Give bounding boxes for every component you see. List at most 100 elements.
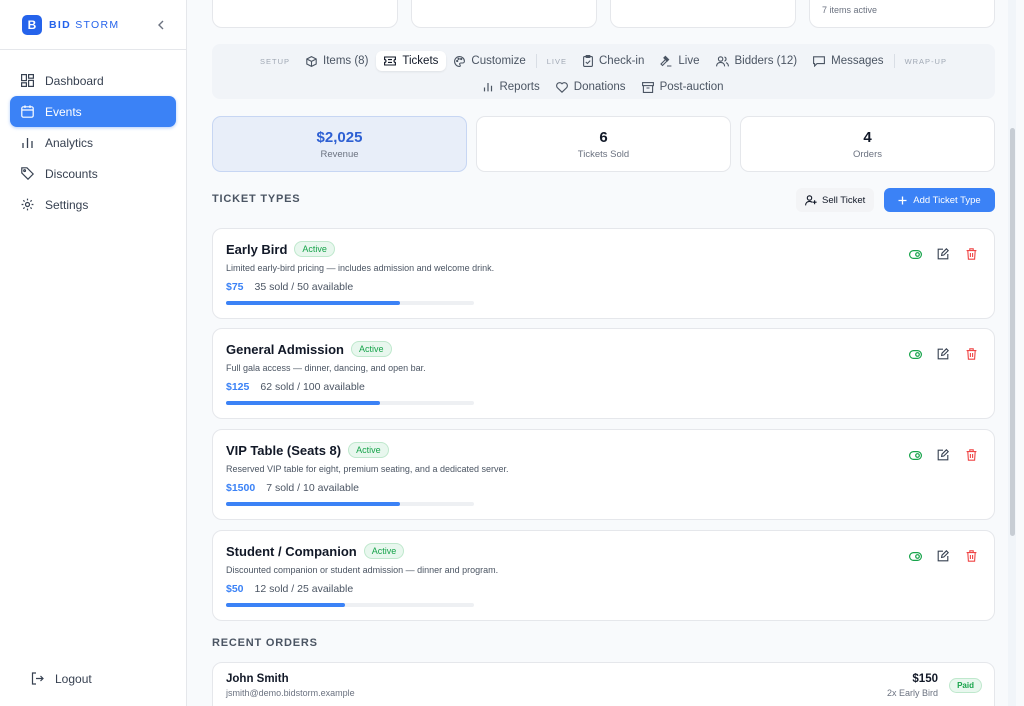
order-amount: $150	[912, 673, 938, 685]
recent-orders-heading: RECENT ORDERS	[212, 637, 318, 649]
add-ticket-type-button[interactable]: Add Ticket Type	[884, 188, 995, 212]
tab-donations[interactable]: Donations	[548, 77, 634, 97]
ticket-actions	[908, 347, 978, 361]
toggle-on-icon	[908, 349, 922, 359]
sidebar-item-label: Settings	[45, 197, 89, 212]
sidebar-nav: Dashboard Events Analytics Discounts Set…	[0, 50, 186, 220]
brand: B BID STORM	[0, 0, 186, 50]
tab-customize[interactable]: Customize	[446, 51, 533, 71]
sell-ticket-button[interactable]: Sell Ticket	[796, 188, 875, 212]
edit-button[interactable]	[936, 247, 950, 261]
tab-label: Reports	[499, 81, 540, 93]
tab-label: Messages	[831, 55, 884, 67]
ticket-name: Early Bird	[226, 241, 288, 257]
bar-chart-icon	[483, 82, 493, 92]
sold-progress-fill	[226, 301, 400, 305]
status-badge: Active	[348, 442, 389, 458]
calendar-icon	[20, 105, 34, 119]
tab-bidders[interactable]: Bidders (12)	[708, 51, 806, 71]
edit-button[interactable]	[936, 347, 950, 361]
ticket-price-row: $50 12 sold / 25 available	[226, 583, 353, 595]
sidebar-item-discounts[interactable]: Discounts	[10, 158, 176, 189]
ticket-icon	[384, 56, 397, 66]
toggle-active-button[interactable]	[908, 549, 922, 563]
sold-progress-bar	[226, 603, 474, 607]
sidebar-item-label: Analytics	[45, 135, 94, 150]
archive-icon	[641, 81, 654, 93]
logout-button[interactable]: Logout	[20, 663, 187, 694]
delete-button[interactable]	[964, 347, 978, 361]
tab-post-auction[interactable]: Post-auction	[634, 77, 732, 97]
event-tabs: SETUP Items (8) Tickets Customize LIVE C…	[212, 44, 995, 99]
dashboard-icon	[20, 74, 34, 88]
brand-name: BID STORM	[49, 19, 119, 31]
summary-card	[212, 0, 398, 28]
stat-revenue: $2,025 Revenue	[212, 116, 467, 172]
tab-label: Tickets	[402, 55, 439, 67]
delete-button[interactable]	[964, 448, 978, 462]
edit-button[interactable]	[936, 448, 950, 462]
tab-items[interactable]: Items (8)	[298, 51, 376, 71]
ticket-name-row: VIP Table (Seats 8) Active	[226, 442, 389, 458]
section-label-setup: SETUP	[260, 56, 291, 66]
ticket-name-row: Student / Companion Active	[226, 543, 405, 559]
tab-live[interactable]: Live	[652, 51, 707, 71]
order-customer-email: jsmith@demo.bidstorm.example	[226, 688, 355, 698]
sidebar: B BID STORM Dashboard Events Analytics D…	[0, 0, 187, 706]
ticket-price-row: $125 62 sold / 100 available	[226, 381, 365, 393]
stat-value: 6	[599, 128, 608, 146]
order-row[interactable]: John Smith jsmith@demo.bidstorm.example …	[212, 662, 995, 706]
sidebar-item-label: Events	[45, 104, 82, 119]
sidebar-item-dashboard[interactable]: Dashboard	[10, 65, 176, 96]
sold-progress-fill	[226, 502, 400, 506]
edit-icon	[937, 348, 949, 360]
tab-tickets[interactable]: Tickets	[376, 51, 447, 71]
tab-messages[interactable]: Messages	[805, 51, 891, 71]
brand-name-rest: STORM	[70, 18, 120, 31]
ticket-card: VIP Table (Seats 8) Active Reserved VIP …	[212, 429, 995, 520]
tab-checkin[interactable]: Check-in	[575, 51, 652, 71]
scrollbar[interactable]	[1008, 0, 1016, 706]
logout-label: Logout	[55, 671, 92, 686]
ticket-name: VIP Table (Seats 8)	[226, 442, 342, 458]
ticket-name: General Admission	[226, 341, 344, 357]
stat-label: Tickets Sold	[577, 148, 630, 160]
brand-logo[interactable]: B	[22, 14, 42, 35]
scrollbar-thumb[interactable]	[1010, 128, 1015, 536]
sidebar-item-settings[interactable]: Settings	[10, 189, 176, 220]
gear-icon	[20, 198, 34, 212]
ticket-name-row: Early Bird Active	[226, 241, 335, 257]
status-badge: Active	[363, 543, 405, 559]
stat-value: $2,025	[316, 128, 363, 146]
stat-value: 4	[863, 128, 872, 146]
sidebar-item-analytics[interactable]: Analytics	[10, 127, 176, 158]
sold-progress-bar	[226, 401, 474, 405]
items-active-text: 7 items active	[822, 5, 878, 15]
sidebar-item-label: Dashboard	[45, 73, 104, 88]
section-label-live: LIVE	[546, 56, 567, 66]
ticket-description: Full gala access — dinner, dancing, and …	[226, 363, 426, 373]
sidebar-item-events[interactable]: Events	[10, 96, 176, 127]
toggle-active-button[interactable]	[908, 347, 922, 361]
edit-icon	[937, 248, 949, 260]
gavel-icon	[660, 55, 672, 67]
delete-button[interactable]	[964, 247, 978, 261]
collapse-sidebar-button[interactable]	[153, 16, 169, 34]
tab-label: Items (8)	[323, 55, 369, 67]
toggle-active-button[interactable]	[908, 247, 922, 261]
ticket-description: Limited early-bird pricing — includes ad…	[226, 263, 495, 273]
toggle-active-button[interactable]	[908, 448, 922, 462]
tab-reports[interactable]: Reports	[475, 77, 547, 97]
ticket-types-heading: TICKET TYPES	[212, 193, 301, 205]
toggle-on-icon	[908, 450, 922, 460]
cube-icon	[306, 55, 317, 67]
trash-icon	[966, 550, 976, 562]
tab-row: SETUP Items (8) Tickets Customize LIVE C…	[212, 51, 995, 71]
summary-card	[610, 0, 796, 28]
ticket-stats: $2,025 Revenue 6 Tickets Sold 4 Orders	[212, 116, 995, 172]
add-ticket-type-label: Add Ticket Type	[913, 194, 981, 206]
ticket-description: Reserved VIP table for eight, premium se…	[226, 464, 509, 474]
clipboard-check-icon	[583, 55, 593, 67]
edit-button[interactable]	[936, 549, 950, 563]
delete-button[interactable]	[964, 549, 978, 563]
